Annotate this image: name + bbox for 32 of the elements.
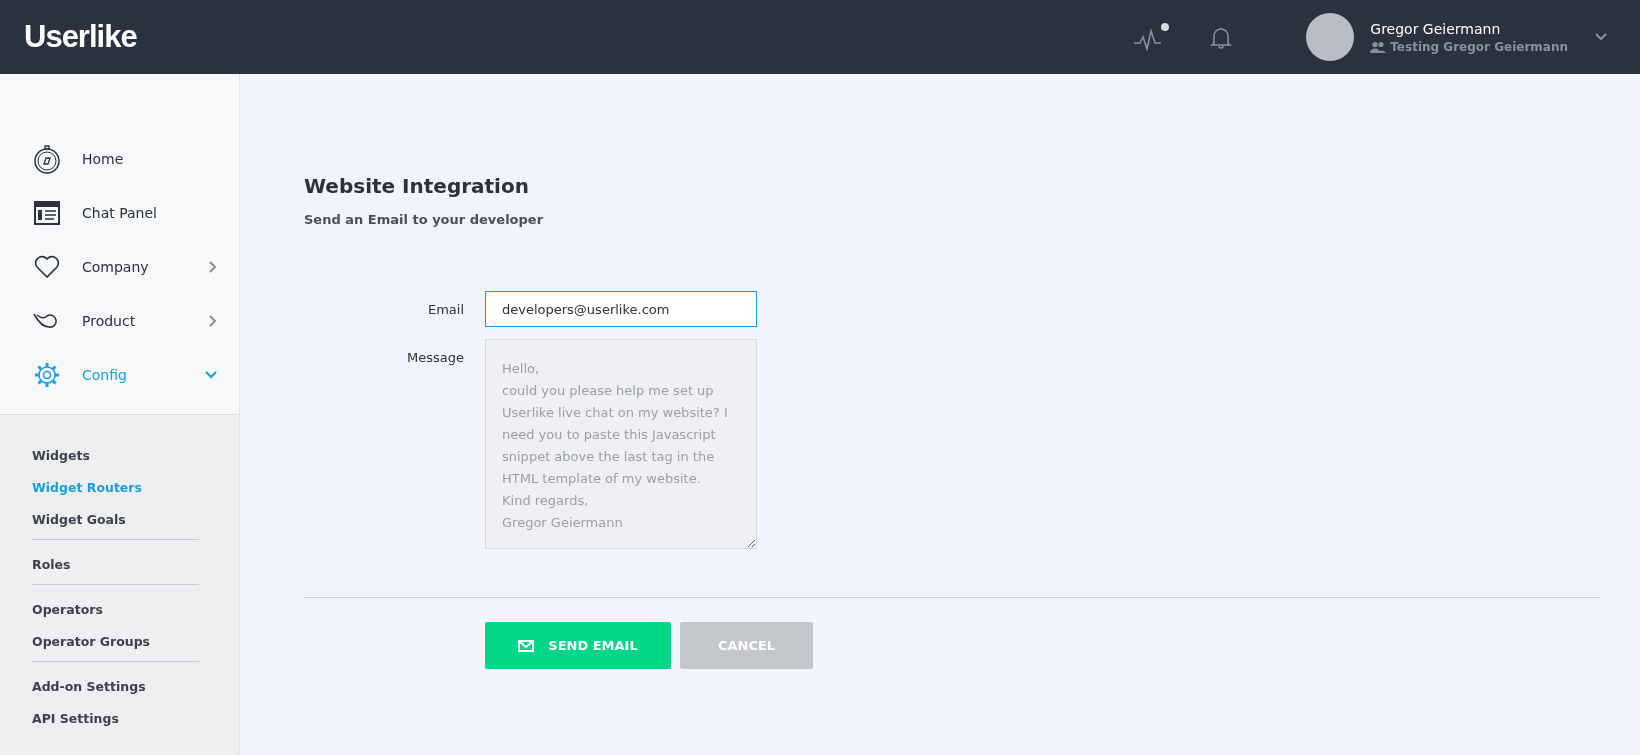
submenu-item[interactable]: Operator Groups xyxy=(32,625,199,657)
chevron-down-icon xyxy=(205,371,217,379)
submenu-item[interactable]: Operators xyxy=(32,593,199,625)
sidebar-item[interactable]: Home xyxy=(0,132,239,186)
settings-icon xyxy=(32,362,62,388)
chevron-down-icon[interactable] xyxy=(1594,32,1608,42)
field-label: Message xyxy=(406,349,464,365)
field-label: Email xyxy=(426,301,464,317)
chevron-right-icon xyxy=(209,315,217,327)
page-subtitle: Send an Email to your developer xyxy=(304,212,545,227)
logo[interactable]: Userlike xyxy=(24,19,137,55)
heart-icon xyxy=(32,255,62,279)
window-icon xyxy=(32,201,62,225)
avatar[interactable] xyxy=(1306,13,1355,61)
people-icon xyxy=(1370,40,1387,53)
envelope-icon xyxy=(518,639,535,652)
compass-icon xyxy=(32,144,62,174)
submenu-item[interactable]: Widget Goals xyxy=(32,503,199,535)
submenu-item[interactable]: Roles xyxy=(32,548,199,580)
sidebar-item[interactable]: Chat Panel xyxy=(0,186,239,240)
chevron-right-icon xyxy=(209,261,217,273)
email-field[interactable]: developers@userlike.com xyxy=(485,291,757,327)
submenu-item[interactable]: API Settings xyxy=(32,702,199,734)
sidebar-item[interactable]: Product xyxy=(0,294,239,348)
submenu-item[interactable]: Widgets xyxy=(32,439,199,471)
submenu-item[interactable]: Add-on Settings xyxy=(32,670,199,702)
page-title: Website Integration xyxy=(304,174,530,198)
message-field[interactable]: Hello, could you please help me set up Userlike live chat on my website? I need you to paste this Javascript snippet above the last tag in the HTML template of my website. Kind regards, Gregor Geiermann xyxy=(485,339,757,549)
sidebar-item[interactable]: Company xyxy=(0,240,239,294)
user-role: Testing Gregor Geiermann xyxy=(1390,39,1568,54)
user-name: Gregor Geiermann xyxy=(1370,20,1502,37)
pulse-icon[interactable] xyxy=(1134,23,1171,51)
